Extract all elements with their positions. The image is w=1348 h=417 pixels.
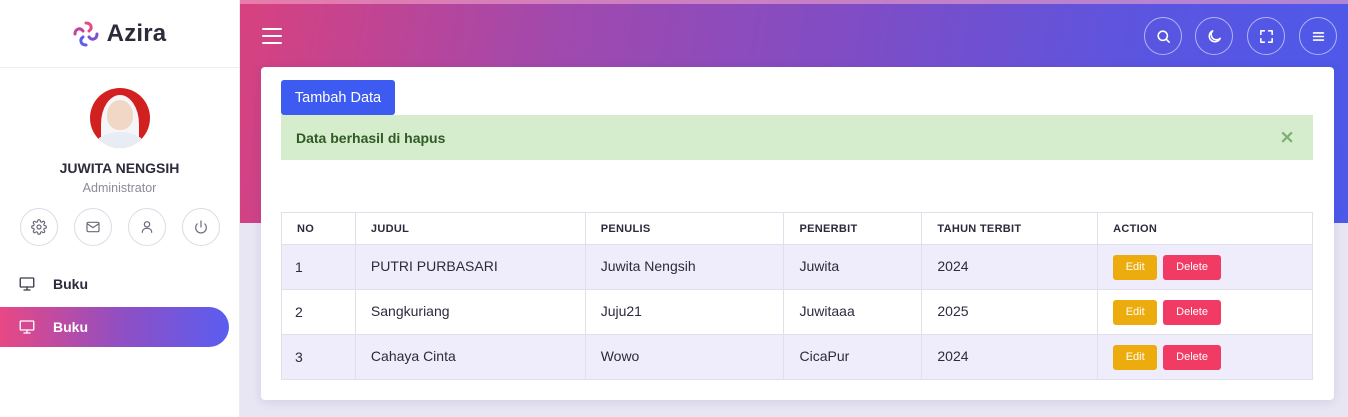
cell-penerbit: Juwita bbox=[783, 244, 923, 290]
sidebar-item-label: Buku bbox=[53, 319, 88, 335]
logo-icon bbox=[73, 21, 99, 46]
books-table: NO JUDUL PENULIS PENERBIT TAHUN TERBIT A… bbox=[281, 212, 1313, 380]
monitor-icon bbox=[19, 320, 35, 334]
user-icon bbox=[141, 221, 152, 233]
cell-no: 2 bbox=[281, 289, 356, 335]
power-icon bbox=[194, 220, 207, 234]
mail-button[interactable] bbox=[73, 208, 112, 246]
table-row: 2 Sangkuriang Juju21 Juwitaaa 2025 Edit … bbox=[281, 289, 1313, 335]
content-card: Tambah Data Data berhasil di hapus × NO … bbox=[261, 67, 1334, 400]
edit-button[interactable]: Edit bbox=[1113, 299, 1158, 325]
profile: JUWITA NENGSIH Administrator bbox=[0, 68, 239, 246]
monitor-icon bbox=[19, 277, 35, 291]
add-data-button[interactable]: Tambah Data bbox=[281, 80, 395, 115]
search-icon bbox=[1156, 29, 1170, 43]
sidebar-menu: Buku Buku bbox=[0, 264, 239, 347]
table-row: 3 Cahaya Cinta Wowo CicaPur 2024 Edit De… bbox=[281, 334, 1313, 380]
table-row: 1 PUTRI PURBASARI Juwita Nengsih Juwita … bbox=[281, 244, 1313, 290]
menu-icon bbox=[1312, 31, 1324, 41]
edit-button[interactable]: Edit bbox=[1113, 344, 1158, 370]
fullscreen-button[interactable] bbox=[1247, 17, 1285, 55]
success-alert: Data berhasil di hapus × bbox=[281, 115, 1313, 160]
cell-actions: Edit Delete bbox=[1097, 289, 1313, 335]
menu-button[interactable] bbox=[1299, 17, 1337, 55]
column-header: TAHUN TERBIT bbox=[921, 212, 1099, 245]
column-header: PENULIS bbox=[584, 212, 785, 245]
close-icon[interactable]: × bbox=[1279, 128, 1295, 147]
cell-penulis: Juwita Nengsih bbox=[584, 244, 785, 290]
settings-button[interactable] bbox=[19, 208, 58, 246]
cell-penulis: Wowo bbox=[584, 334, 785, 380]
logout-button[interactable] bbox=[181, 208, 220, 246]
delete-button[interactable]: Delete bbox=[1163, 299, 1222, 325]
search-button[interactable] bbox=[1144, 17, 1182, 55]
delete-button[interactable]: Delete bbox=[1163, 344, 1222, 370]
brand-name: Azira bbox=[106, 19, 167, 47]
cell-judul: Sangkuriang bbox=[354, 289, 586, 335]
column-header: PENERBIT bbox=[783, 212, 923, 245]
sidebar: Azira JUWITA NENGSIH Administrator Buku … bbox=[0, 0, 240, 417]
gear-icon bbox=[30, 219, 47, 235]
avatar[interactable] bbox=[89, 88, 150, 148]
moon-icon bbox=[1208, 29, 1221, 42]
cell-judul: PUTRI PURBASARI bbox=[354, 244, 586, 290]
brand[interactable]: Azira bbox=[0, 0, 239, 68]
cell-actions: Edit Delete bbox=[1097, 244, 1313, 290]
sidebar-item-buku[interactable]: Buku bbox=[0, 264, 229, 304]
column-header: NO bbox=[281, 212, 356, 245]
fullscreen-icon bbox=[1259, 29, 1273, 43]
delete-button[interactable]: Delete bbox=[1163, 254, 1222, 280]
sidebar-item-buku-active[interactable]: Buku bbox=[0, 307, 229, 347]
cell-no: 1 bbox=[281, 244, 356, 290]
cell-actions: Edit Delete bbox=[1097, 334, 1313, 380]
cell-tahun: 2024 bbox=[921, 334, 1099, 380]
cell-tahun: 2025 bbox=[921, 289, 1099, 335]
profile-button[interactable] bbox=[127, 208, 166, 246]
quick-actions bbox=[0, 208, 239, 246]
user-role: Administrator bbox=[82, 181, 157, 195]
sidebar-item-label: Buku bbox=[53, 276, 88, 292]
cell-penerbit: CicaPur bbox=[783, 334, 923, 380]
table-header-row: NO JUDUL PENULIS PENERBIT TAHUN TERBIT A… bbox=[281, 212, 1313, 245]
edit-button[interactable]: Edit bbox=[1113, 254, 1158, 280]
sidebar-toggle-icon[interactable] bbox=[262, 28, 282, 45]
mail-icon bbox=[85, 221, 100, 233]
column-header: ACTION bbox=[1097, 212, 1313, 245]
user-name: JUWITA NENGSIH bbox=[59, 160, 180, 176]
alert-message: Data berhasil di hapus bbox=[296, 129, 446, 146]
cell-penulis: Juju21 bbox=[584, 289, 785, 335]
theme-toggle-button[interactable] bbox=[1195, 17, 1233, 55]
column-header: JUDUL bbox=[354, 212, 586, 245]
cell-no: 3 bbox=[281, 334, 356, 380]
cell-penerbit: Juwitaaa bbox=[783, 289, 923, 335]
cell-judul: Cahaya Cinta bbox=[354, 334, 586, 380]
cell-tahun: 2024 bbox=[921, 244, 1099, 290]
